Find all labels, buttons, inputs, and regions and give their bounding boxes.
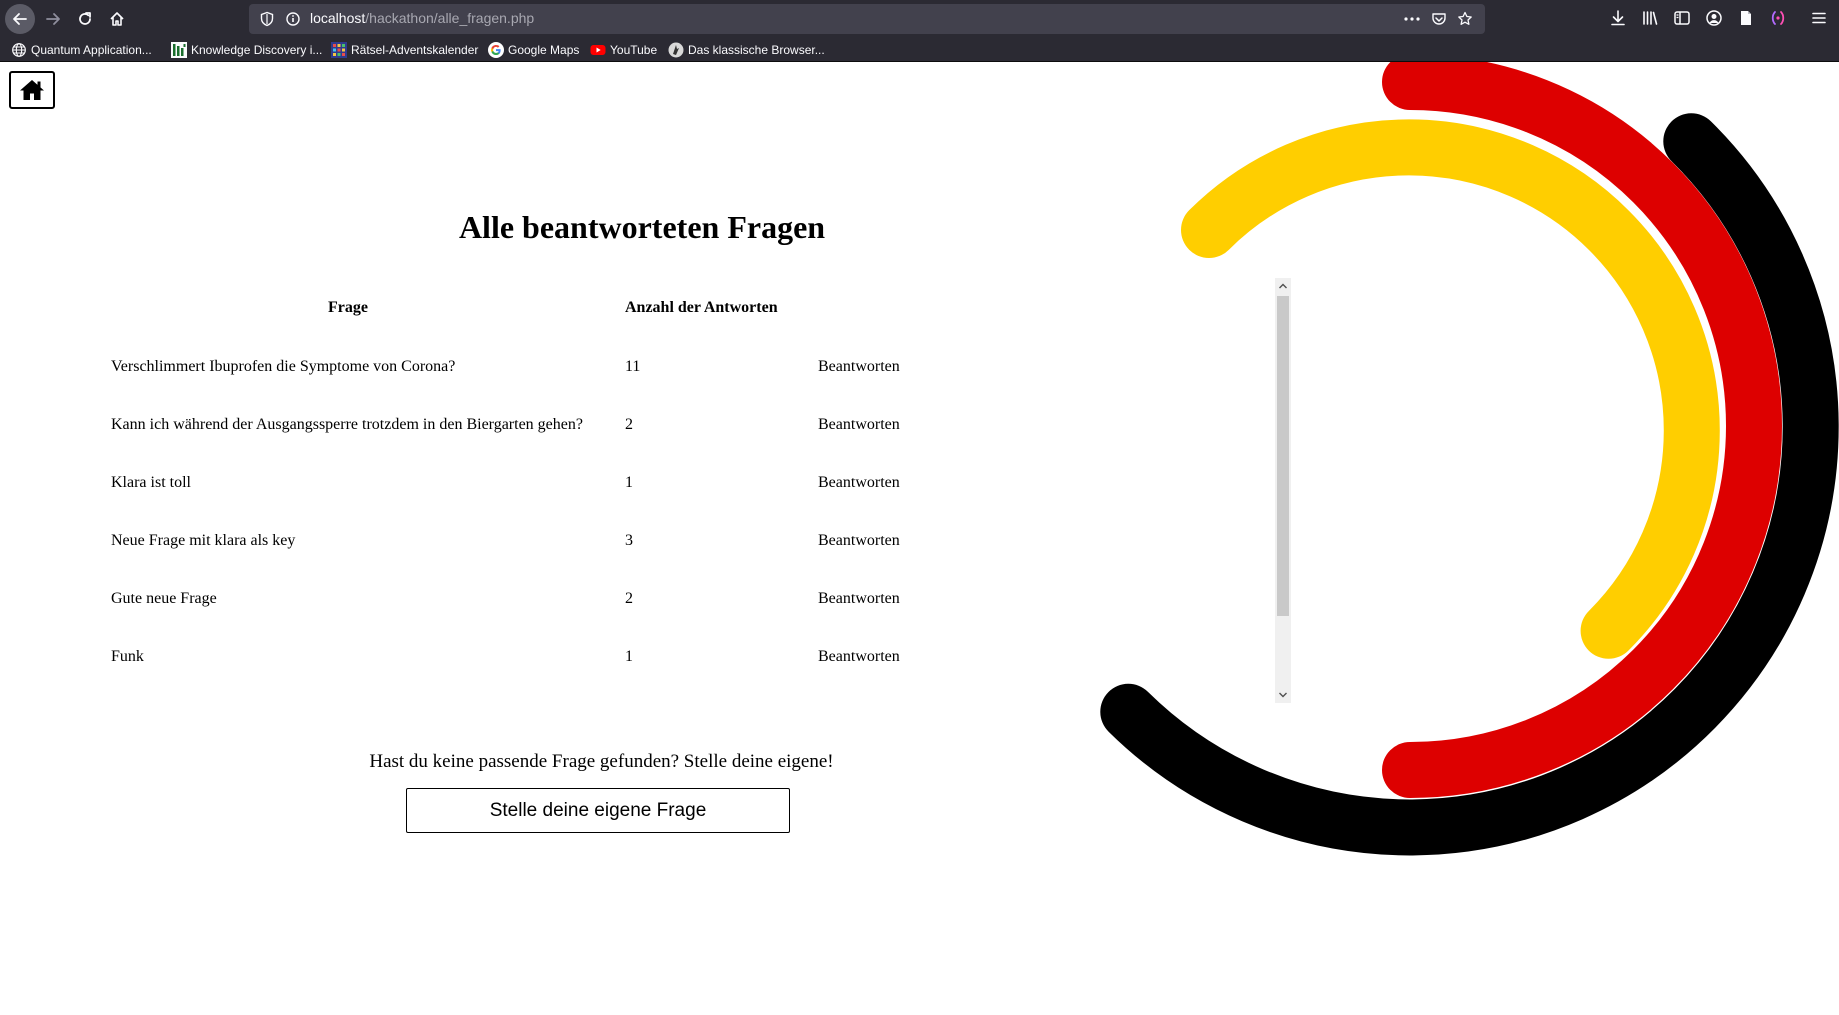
table-row: Kann ich während der Ausgangssperre trot…: [0, 416, 1000, 436]
table-scrollbar[interactable]: [1275, 278, 1291, 703]
flag-arcs-decoration: [1100, 62, 1839, 856]
question-text: Klara ist toll: [111, 474, 191, 491]
url-bar[interactable]: localhost/hackathon/alle_fragen.php: [249, 4, 1485, 34]
more-actions-icon[interactable]: [1403, 11, 1421, 27]
arrow-left-icon: [13, 13, 27, 25]
info-icon[interactable]: [285, 11, 301, 27]
answer-link[interactable]: Beantworten: [818, 416, 900, 434]
chevron-up-icon: [1279, 283, 1287, 289]
reload-button[interactable]: [70, 4, 100, 34]
question-text: Gute neue Frage: [111, 590, 217, 607]
arrow-right-icon: [46, 13, 60, 25]
answer-link[interactable]: Beantworten: [818, 474, 900, 492]
answer-count: 3: [625, 532, 633, 549]
shield-icon[interactable]: [259, 11, 275, 27]
bookmark-item[interactable]: Google Maps: [488, 41, 579, 59]
answer-count: 2: [625, 416, 633, 433]
bookmark-label: Das klassische Browser...: [688, 43, 825, 57]
answer-link[interactable]: Beantworten: [818, 590, 900, 608]
chevron-down-icon: [1279, 692, 1287, 698]
question-text: Neue Frage mit klara als key: [111, 532, 296, 549]
pocket-icon[interactable]: [1431, 11, 1447, 27]
home-outline-icon: [110, 12, 124, 26]
forward-button[interactable]: [38, 4, 68, 34]
back-button[interactable]: [5, 4, 35, 34]
bookmark-item[interactable]: Rätsel-Adventskalender: [331, 41, 478, 59]
column-header-anzahl: Anzahl der Antworten: [625, 299, 778, 316]
library-icon[interactable]: [1641, 9, 1659, 27]
bookmark-label: Knowledge Discovery i...: [191, 43, 323, 57]
youtube-icon: [590, 45, 606, 55]
bookmark-item[interactable]: YouTube: [590, 41, 657, 59]
home-icon: [20, 80, 44, 100]
bookmark-star-icon[interactable]: [1457, 11, 1473, 27]
question-text: Kann ich während der Ausgangssperre trot…: [111, 416, 583, 433]
page-content: Alle beantworteten Fragen Frage Anzahl d…: [0, 62, 1839, 1015]
bookmark-label: YouTube: [610, 43, 658, 57]
scroll-thumb[interactable]: [1277, 296, 1289, 616]
table-row: Gute neue Frage 2 Beantworten: [0, 590, 1000, 610]
ask-question-button[interactable]: Stelle deine eigene Frage: [406, 788, 790, 833]
downloads-icon[interactable]: [1609, 9, 1627, 27]
url-host: localhost: [310, 10, 366, 26]
question-text: Funk: [111, 648, 144, 665]
bookmark-label: Rätsel-Adventskalender: [351, 43, 479, 57]
bookmark-label: Quantum Application...: [31, 43, 152, 57]
question-text: Verschlimmert Ibuprofen die Symptome von…: [111, 358, 456, 375]
page-title: Alle beantworteten Fragen: [458, 209, 826, 245]
calendar-favicon: [331, 42, 347, 58]
scroll-up-button[interactable]: [1275, 278, 1291, 294]
sidebar-icon[interactable]: [1673, 9, 1691, 27]
column-header-frage: Frage: [328, 299, 368, 316]
google-icon: [488, 42, 504, 58]
document-icon[interactable]: [1737, 9, 1755, 27]
kd-favicon: [171, 42, 187, 58]
extension-icon[interactable]: [1769, 9, 1787, 27]
table-row: Klara ist toll 1 Beantworten: [0, 474, 1000, 494]
answer-link[interactable]: Beantworten: [818, 648, 900, 666]
bookmark-item[interactable]: Das klassische Browser...: [668, 41, 825, 59]
url-text[interactable]: localhost/hackathon/alle_fragen.php: [310, 10, 534, 26]
cta-text: Hast du keine passende Frage gefunden? S…: [369, 751, 834, 772]
globe-icon: [12, 43, 26, 57]
table-row: Neue Frage mit klara als key 3 Beantwort…: [0, 532, 1000, 552]
browser-home-button[interactable]: [102, 4, 132, 34]
scroll-down-button[interactable]: [1275, 687, 1291, 703]
answer-count: 11: [625, 358, 641, 375]
menu-hamburger-icon[interactable]: [1810, 9, 1828, 27]
game-favicon: [668, 42, 684, 58]
bookmark-item[interactable]: Knowledge Discovery i...: [171, 41, 322, 59]
browser-toolbar: localhost/hackathon/alle_fragen.php: [0, 0, 1839, 38]
table-row: Funk 1 Beantworten: [0, 648, 1000, 668]
home-button[interactable]: [9, 71, 55, 109]
answer-link[interactable]: Beantworten: [818, 532, 900, 550]
url-path: /hackathon/alle_fragen.php: [365, 10, 535, 26]
account-icon[interactable]: [1705, 9, 1723, 27]
answer-count: 1: [625, 648, 633, 665]
bookmark-label: Google Maps: [508, 43, 580, 57]
answer-count: 1: [625, 474, 633, 491]
bookmark-item[interactable]: Quantum Application...: [11, 41, 152, 59]
answer-count: 2: [625, 590, 633, 607]
answer-link[interactable]: Beantworten: [818, 358, 900, 376]
bookmarks-toolbar: Quantum Application... Knowledge Discove…: [0, 38, 1839, 62]
table-row: Verschlimmert Ibuprofen die Symptome von…: [0, 358, 1000, 378]
reload-icon: [79, 12, 91, 25]
